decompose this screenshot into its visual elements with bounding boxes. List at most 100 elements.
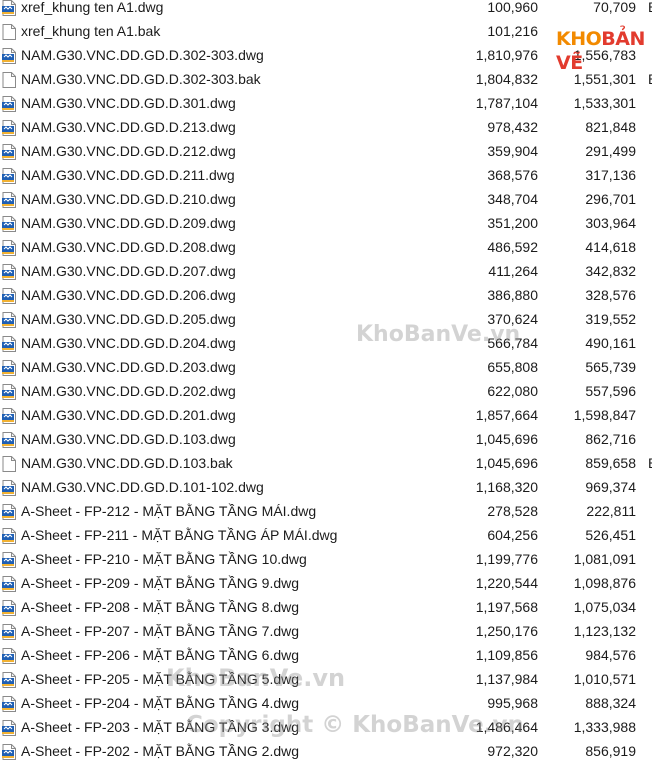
file-size: 995,968 [487, 695, 538, 711]
file-row[interactable]: NAM.G30.VNC.DD.GD.D.302-303.bak 1,804,832… [0, 67, 652, 91]
file-name[interactable]: NAM.G30.VNC.DD.GD.D.206.dwg [21, 283, 236, 307]
file-name[interactable]: NAM.G30.VNC.DD.GD.D.213.dwg [21, 115, 236, 139]
file-name[interactable]: NAM.G30.VNC.DD.GD.D.210.dwg [21, 187, 236, 211]
file-row[interactable]: NAM.G30.VNC.DD.GD.D.101-102.dwg 1,168,320… [0, 475, 652, 499]
file-packed-size: 319,552 [585, 311, 636, 327]
file-name[interactable]: A-Sheet - FP-212 - MẶT BẰNG TẦNG MÁI.dwg [21, 499, 316, 523]
file-row[interactable]: NAM.G30.VNC.DD.GD.D.203.dwg 655,808 565,73… [0, 355, 652, 379]
file-row[interactable]: NAM.G30.VNC.DD.GD.D.103.bak 1,045,696 859,… [0, 451, 652, 475]
file-name[interactable]: A-Sheet - FP-207 - MẶT BẰNG TẦNG 7.dwg [21, 619, 299, 643]
file-row[interactable]: A-Sheet - FP-203 - MẶT BẰNG TẦNG 3.dwg 1,… [0, 715, 652, 739]
file-name[interactable]: A-Sheet - FP-209 - MẶT BẰNG TẦNG 9.dwg [21, 571, 299, 595]
file-packed-size: 1,533,301 [573, 95, 636, 111]
file-packed-size: 1,081,091 [573, 551, 636, 567]
file-row[interactable]: NAM.G30.VNC.DD.GD.D.213.dwg 978,432 821,84… [0, 115, 652, 139]
file-name[interactable]: NAM.G30.VNC.DD.GD.D.211.dwg [21, 163, 235, 187]
file-row[interactable]: NAM.G30.VNC.DD.GD.D.206.dwg 386,880 328,57… [0, 283, 652, 307]
file-name[interactable]: A-Sheet - FP-204 - MẶT BẰNG TẦNG 4.dwg [21, 691, 299, 715]
file-row[interactable]: A-Sheet - FP-208 - MẶT BẰNG TẦNG 8.dwg 1,… [0, 595, 652, 619]
file-row[interactable]: NAM.G30.VNC.DD.GD.D.210.dwg 348,704 296,70… [0, 187, 652, 211]
file-row[interactable]: NAM.G30.VNC.DD.GD.D.202.dwg 622,080 557,59… [0, 379, 652, 403]
file-packed-size: 291,499 [585, 143, 636, 159]
file-row[interactable]: NAM.G30.VNC.DD.GD.D.201.dwg 1,857,664 1,59… [0, 403, 652, 427]
dwg-file-icon [2, 95, 16, 112]
file-size: 1,486,464 [475, 719, 538, 735]
file-name[interactable]: NAM.G30.VNC.DD.GD.D.101-102.dwg [21, 475, 264, 499]
file-packed-size: 969,374 [585, 479, 636, 495]
file-packed-size: 328,576 [585, 287, 636, 303]
blank-file-icon [2, 455, 16, 472]
file-row[interactable]: NAM.G30.VNC.DD.GD.D.207.dwg 411,264 342,83… [0, 259, 652, 283]
file-name[interactable]: A-Sheet - FP-203 - MẶT BẰNG TẦNG 3.dwg [21, 715, 299, 739]
file-name[interactable]: NAM.G30.VNC.DD.GD.D.301.dwg [21, 91, 236, 115]
file-row[interactable]: A-Sheet - FP-212 - MẶT BẰNG TẦNG MÁI.dwg… [0, 499, 652, 523]
file-row[interactable]: NAM.G30.VNC.DD.GD.D.204.dwg 566,784 490,16… [0, 331, 652, 355]
file-row[interactable]: A-Sheet - FP-202 - MẶT BẰNG TẦNG 2.dwg 97… [0, 739, 652, 763]
file-name[interactable]: A-Sheet - FP-211 - MẶT BẰNG TẦNG ÁP MÁI.… [21, 523, 337, 547]
file-packed-size: 317,136 [585, 167, 636, 183]
file-size: 101,216 [487, 23, 538, 39]
file-name[interactable]: NAM.G30.VNC.DD.GD.D.202.dwg [21, 379, 236, 403]
file-row[interactable]: NAM.G30.VNC.DD.GD.D.211.dwg 368,576 317,13… [0, 163, 652, 187]
file-packed-size: 222,811 [586, 503, 636, 519]
file-row[interactable]: NAM.G30.VNC.DD.GD.D.103.dwg 1,045,696 862,… [0, 427, 652, 451]
file-packed-size: 414,618 [585, 239, 636, 255]
file-row[interactable]: NAM.G30.VNC.DD.GD.D.209.dwg 351,200 303,96… [0, 211, 652, 235]
file-size: 1,787,104 [475, 95, 538, 111]
file-name[interactable]: NAM.G30.VNC.DD.GD.D.103.bak [21, 451, 233, 475]
file-packed-size: 1,010,571 [573, 671, 636, 687]
file-size: 359,904 [487, 143, 538, 159]
file-name[interactable]: A-Sheet - FP-208 - MẶT BẰNG TẦNG 8.dwg [21, 595, 299, 619]
file-name[interactable]: xref_khung ten A1.dwg [21, 0, 163, 19]
file-packed-size: 557,596 [585, 383, 636, 399]
file-row[interactable]: xref_khung ten A1.dwg 100,960 70,709 B [0, 0, 652, 19]
file-row[interactable]: A-Sheet - FP-211 - MẶT BẰNG TẦNG ÁP MÁI.… [0, 523, 652, 547]
file-row[interactable]: xref_khung ten A1.bak 101,216 [0, 19, 652, 43]
dwg-file-icon [2, 239, 16, 256]
file-packed-size: 1,123,132 [573, 623, 636, 639]
dwg-file-icon [2, 167, 16, 184]
file-packed-size: 490,161 [585, 335, 636, 351]
file-row[interactable]: NAM.G30.VNC.DD.GD.D.205.dwg 370,624 319,55… [0, 307, 652, 331]
file-row[interactable]: NAM.G30.VNC.DD.GD.D.212.dwg 359,904 291,49… [0, 139, 652, 163]
dwg-file-icon [2, 599, 16, 616]
file-name[interactable]: NAM.G30.VNC.DD.GD.D.201.dwg [21, 403, 236, 427]
file-name[interactable]: NAM.G30.VNC.DD.GD.D.209.dwg [21, 211, 236, 235]
file-row[interactable]: A-Sheet - FP-207 - MẶT BẰNG TẦNG 7.dwg 1,… [0, 619, 652, 643]
file-name[interactable]: NAM.G30.VNC.DD.GD.D.207.dwg [21, 259, 236, 283]
file-next-column-cut: B [648, 451, 652, 475]
blank-file-icon [2, 71, 16, 88]
file-name[interactable]: NAM.G30.VNC.DD.GD.D.302-303.bak [21, 67, 261, 91]
file-name[interactable]: A-Sheet - FP-205 - MẶT BẰNG TẦNG 5.dwg [21, 667, 299, 691]
file-row[interactable]: NAM.G30.VNC.DD.GD.D.301.dwg 1,787,104 1,53… [0, 91, 652, 115]
file-name[interactable]: NAM.G30.VNC.DD.GD.D.208.dwg [21, 235, 236, 259]
file-name[interactable]: NAM.G30.VNC.DD.GD.D.203.dwg [21, 355, 236, 379]
file-name[interactable]: A-Sheet - FP-202 - MẶT BẰNG TẦNG 2.dwg [21, 739, 299, 763]
file-name[interactable]: A-Sheet - FP-206 - MẶT BẰNG TẦNG 6.dwg [21, 643, 299, 667]
file-name[interactable]: NAM.G30.VNC.DD.GD.D.204.dwg [21, 331, 236, 355]
file-name[interactable]: NAM.G30.VNC.DD.GD.D.205.dwg [21, 307, 236, 331]
file-size: 1,168,320 [475, 479, 538, 495]
file-row[interactable]: A-Sheet - FP-204 - MẶT BẰNG TẦNG 4.dwg 99… [0, 691, 652, 715]
file-name[interactable]: NAM.G30.VNC.DD.GD.D.212.dwg [21, 139, 236, 163]
file-row[interactable]: A-Sheet - FP-210 - MẶT BẰNG TẦNG 10.dwg 1… [0, 547, 652, 571]
file-packed-size: 565,739 [585, 359, 636, 375]
file-row[interactable]: A-Sheet - FP-206 - MẶT BẰNG TẦNG 6.dwg 1,… [0, 643, 652, 667]
file-packed-size: 859,658 [585, 455, 636, 471]
file-name[interactable]: xref_khung ten A1.bak [21, 19, 160, 43]
file-name[interactable]: NAM.G30.VNC.DD.GD.D.302-303.dwg [21, 43, 264, 67]
dwg-file-icon [2, 431, 16, 448]
file-size: 1,857,664 [475, 407, 538, 423]
file-size: 486,592 [487, 239, 538, 255]
file-row[interactable]: NAM.G30.VNC.DD.GD.D.208.dwg 486,592 414,61… [0, 235, 652, 259]
file-size: 978,432 [487, 119, 538, 135]
file-name[interactable]: A-Sheet - FP-210 - MẶT BẰNG TẦNG 10.dwg [21, 547, 307, 571]
dwg-file-icon [2, 383, 16, 400]
file-row[interactable]: A-Sheet - FP-205 - MẶT BẰNG TẦNG 5.dwg 1,… [0, 667, 652, 691]
file-row[interactable]: NAM.G30.VNC.DD.GD.D.302-303.dwg 1,810,976… [0, 43, 652, 67]
dwg-file-icon [2, 143, 16, 160]
dwg-file-icon [2, 47, 16, 64]
file-name[interactable]: NAM.G30.VNC.DD.GD.D.103.dwg [21, 427, 236, 451]
file-row[interactable]: A-Sheet - FP-209 - MẶT BẰNG TẦNG 9.dwg 1,… [0, 571, 652, 595]
file-packed-size: 888,324 [585, 695, 636, 711]
